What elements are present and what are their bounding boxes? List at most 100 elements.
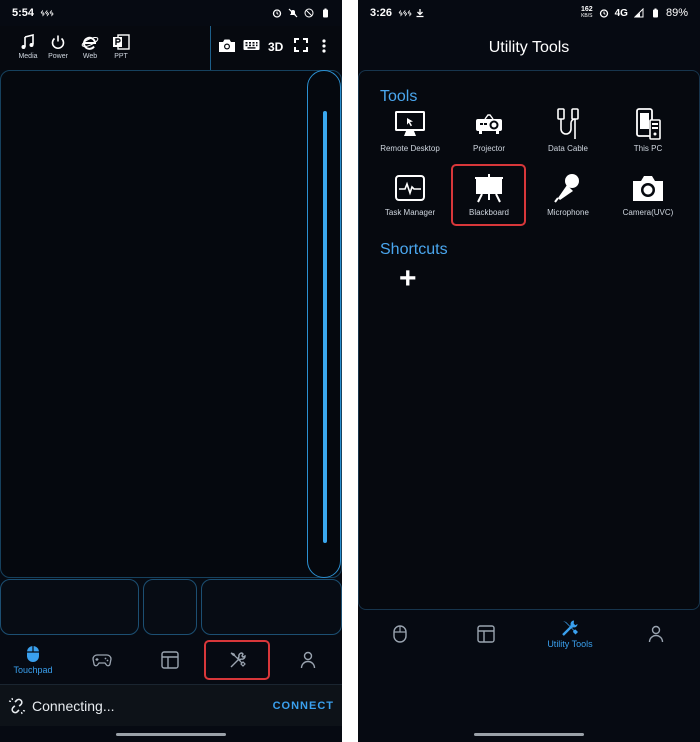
toolbar-divider [210,26,211,70]
keyboard-icon [243,40,260,50]
tool-task-manager-label: Task Manager [384,208,436,217]
nav-gamepad[interactable] [84,638,120,682]
camera-button[interactable] [218,38,236,56]
user-icon [300,651,316,669]
more-icon [322,39,326,53]
tool-this-pc[interactable]: This PC [610,106,686,164]
battery-percent: 89% [665,7,688,19]
power-button[interactable]: Power [43,32,73,60]
more-button[interactable] [321,38,327,57]
tool-projector-label: Projector [472,144,505,153]
middle-click-button[interactable] [143,579,197,635]
highlight-blackboard [451,164,526,226]
nav-utility-tools-label: Utility Tools [547,639,593,649]
mouse-icon [27,646,39,662]
shortcuts-section-title: Shortcuts [380,241,448,258]
fullscreen-icon [294,38,308,52]
alarm-icon [599,9,608,18]
add-shortcut-button[interactable]: + [399,264,417,294]
microphone-icon [554,174,579,203]
web-button[interactable]: Web [75,32,105,60]
power-icon [51,35,65,50]
keyboard-button[interactable] [243,38,260,55]
connect-button[interactable]: CONNECT [273,700,334,712]
gamepad-icon [92,654,112,667]
connection-bar: Connecting... CONNECT [0,684,342,726]
tool-data-cable-label: Data Cable [547,144,589,153]
bottom-nav: Touchpad [0,638,342,682]
network-type: 4G [614,7,628,19]
monitor-icon [395,111,425,136]
left-click-button[interactable] [0,579,139,635]
bottom-nav: Utility Tools [358,612,700,656]
projector-icon [476,114,502,134]
pc-phone-icon [636,108,661,140]
battery-icon [652,8,658,18]
right-click-button[interactable] [201,579,342,635]
fullscreen-button[interactable] [294,38,308,55]
status-bar: 3:26 ᛃᛃᛃ 162 KB/S 4G 89% [358,0,700,26]
nav-touchpad-label: Touchpad [13,665,53,675]
nav-touchpad[interactable] [382,612,418,656]
powerpoint-icon [113,34,130,50]
pulse-monitor-icon [395,175,425,201]
nav-account[interactable] [638,612,674,656]
tool-remote-desktop[interactable]: Remote Desktop [372,106,448,164]
panel-layout-icon [161,651,179,669]
ie-browser-icon [81,36,99,50]
top-toolbar: Media Power Web PPT 3D [0,26,342,70]
tools-section-title: Tools [380,88,418,105]
media-button[interactable]: Media [13,32,43,60]
nav-touchpad[interactable]: Touchpad [8,638,58,682]
home-indicator [116,733,226,736]
power-label: Power [48,53,68,60]
signal-icon [633,8,644,18]
tools-icon [562,620,578,636]
nav-panel[interactable] [152,638,188,682]
tool-remote-desktop-label: Remote Desktop [380,144,440,153]
highlight-utility-tools [204,640,270,680]
user-icon [648,625,664,643]
tool-this-pc-label: This PC [633,144,663,153]
music-note-icon [21,34,34,49]
ppt-button[interactable]: PPT [106,32,136,60]
download-icon [416,9,424,18]
tool-task-manager[interactable]: Task Manager [372,170,448,228]
right-phone-screen: 3:26 ᛃᛃᛃ 162 KB/S 4G 89% Utility Tools T… [358,0,700,742]
mute-icon [288,8,298,18]
tool-projector[interactable]: Projector [451,106,527,164]
tool-data-cable[interactable]: Data Cable [530,106,606,164]
battery-icon [323,8,328,18]
status-time: 5:54 [12,7,35,19]
page-title: Utility Tools [488,39,570,56]
panel-layout-icon [477,625,495,643]
mouse-icon [393,625,407,643]
tool-microphone-label: Microphone [547,208,589,217]
scroll-wheel-strip[interactable] [307,70,341,578]
scroll-indicator [323,111,327,543]
status-time: 3:26 [370,7,393,19]
status-icons [272,8,330,18]
nav-utility-tools[interactable]: Utility Tools [538,612,602,656]
nav-panel[interactable] [468,612,504,656]
speed-unit: KB/S [581,13,593,19]
home-indicator [474,733,584,736]
usb-cable-icon [557,108,579,139]
ppt-label: PPT [114,53,128,60]
nav-account[interactable] [290,638,326,682]
web-label: Web [82,53,98,60]
left-phone-screen: 5:54 ᛃᛃᛃ Media Power Web PPT 3D Touchpad… [0,0,342,742]
media-label: Media [18,53,38,60]
status-icons: 162 KB/S 4G 89% [581,6,688,19]
network-speed: 162 KB/S [581,6,593,19]
tool-camera-uvc-label: Camera(UVC) [622,208,674,217]
tool-microphone[interactable]: Microphone [530,170,606,228]
alarm-icon [272,9,282,18]
camera-icon [633,176,663,201]
status-extra: ᛃᛃᛃ [398,8,412,18]
3d-button[interactable]: 3D [268,40,283,54]
tool-camera-uvc[interactable]: Camera(UVC) [610,170,686,228]
status-bar: 5:54 ᛃᛃᛃ [0,0,342,26]
touchpad-surface[interactable] [0,70,342,578]
status-extra: ᛃᛃᛃ [40,8,54,18]
